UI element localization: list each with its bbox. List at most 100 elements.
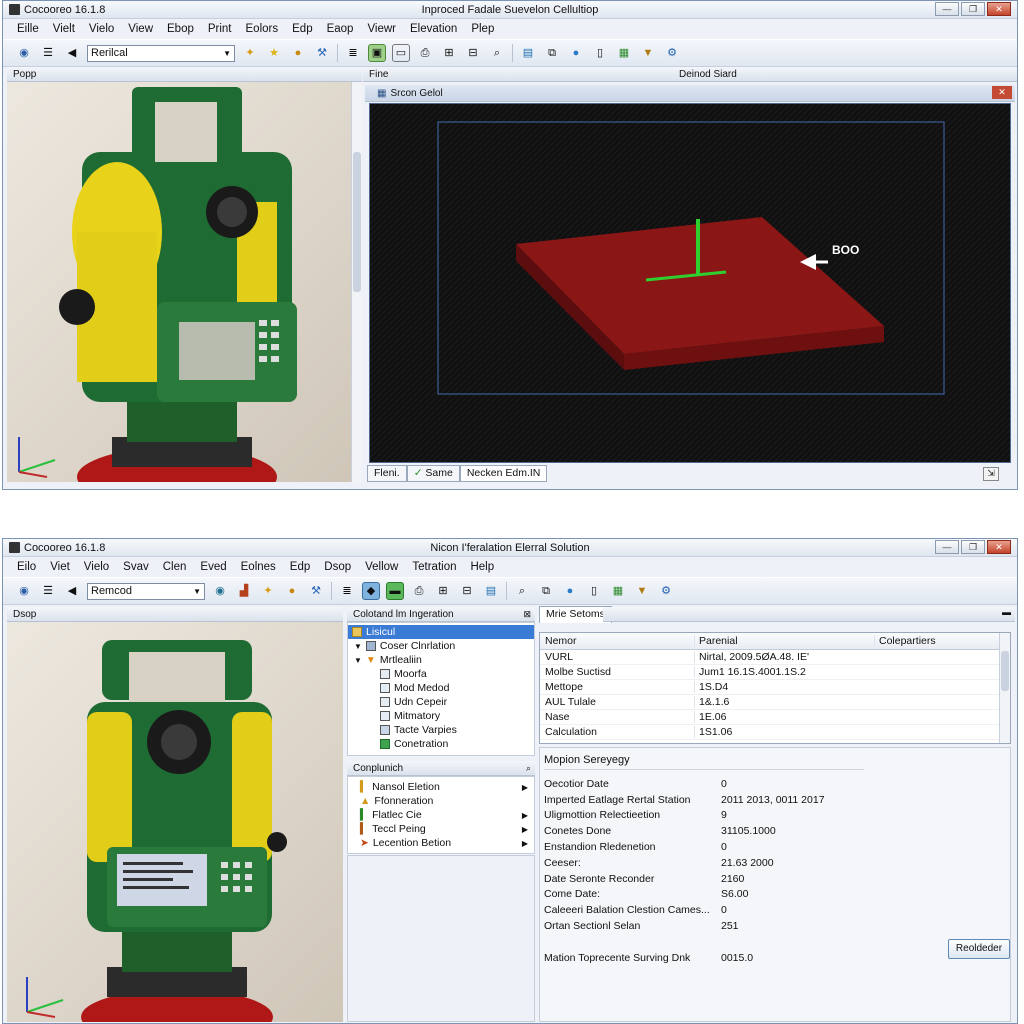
menu-item[interactable]: Ebop	[167, 23, 194, 35]
column-header[interactable]: Colepartiers	[874, 635, 1010, 647]
menu-item[interactable]: Print	[208, 23, 232, 35]
pin-icon[interactable]: ⊠	[523, 609, 531, 620]
drive-icon[interactable]: ▬	[386, 582, 404, 600]
list-item[interactable]: ▍ Nansol Eletion ▶	[348, 780, 534, 794]
view-combo[interactable]: Remcod ▼	[87, 582, 205, 600]
table-icon[interactable]: ▦	[615, 44, 633, 62]
menu-item[interactable]: Eille	[17, 23, 39, 35]
menu-item[interactable]: Plep	[471, 23, 494, 35]
zoom-icon[interactable]: ⌕	[488, 44, 506, 62]
maximize-button[interactable]: ❐	[961, 2, 985, 16]
wand-icon[interactable]: ✦	[259, 582, 277, 600]
minimize-button[interactable]: —	[935, 2, 959, 16]
tab[interactable]: Mrie Setoms	[539, 606, 612, 623]
menu-item[interactable]: Eilo	[17, 561, 36, 573]
list-item[interactable]: ➤ Lecention Betion ▶	[348, 836, 534, 850]
tree-item[interactable]: ▼ Coser Clnrlation	[348, 639, 534, 653]
menu-item[interactable]: Elevation	[410, 23, 457, 35]
pin-icon[interactable]: ▬	[1002, 607, 1011, 617]
view-combo[interactable]: Rerilcal ▼	[87, 44, 235, 62]
tree-item[interactable]: Udn Cepeir	[348, 695, 534, 709]
sphere-icon[interactable]: ●	[567, 44, 585, 62]
tree-item[interactable]: Mod Medod	[348, 681, 534, 695]
menu-item[interactable]: Viewr	[367, 23, 396, 35]
wrench-icon[interactable]: ⚙	[663, 44, 681, 62]
sphere-icon[interactable]: ◉	[211, 582, 229, 600]
column-header[interactable]: Nemor	[540, 635, 694, 647]
grid-icon[interactable]: ⊟	[458, 582, 476, 600]
globe-icon[interactable]: ◉	[15, 582, 33, 600]
list-icon[interactable]: ☰	[39, 44, 57, 62]
minimize-button[interactable]: —	[935, 540, 959, 554]
list-icon[interactable]: ☰	[39, 582, 57, 600]
zoom-icon[interactable]: ⌕	[513, 582, 531, 600]
align-icon[interactable]: ≣	[344, 44, 362, 62]
tab[interactable]: Fleni.	[367, 465, 407, 482]
grid-icon[interactable]: ⊟	[464, 44, 482, 62]
list-item[interactable]: ▍ Flatlec Cie ▶	[348, 808, 534, 822]
align-icon[interactable]: ≣	[338, 582, 356, 600]
menu-item[interactable]: Eolnes	[241, 561, 276, 573]
column-header[interactable]: Parenial	[694, 635, 874, 647]
wrench-icon[interactable]: ⚙	[657, 582, 675, 600]
document-icon[interactable]: ▯	[585, 582, 603, 600]
close-icon[interactable]: ✕	[992, 86, 1012, 99]
close-button[interactable]: ✕	[987, 540, 1011, 554]
menu-item[interactable]: Edp	[292, 23, 312, 35]
menu-item[interactable]: Vielt	[53, 23, 75, 35]
menu-item[interactable]: Dsop	[324, 561, 351, 573]
table-row[interactable]: AUL Tulale 1&.1.6	[540, 695, 1010, 710]
table-row[interactable]: Calculation 1S1.06	[540, 725, 1010, 740]
menu-item[interactable]: Edp	[290, 561, 310, 573]
globe-icon[interactable]: ◉	[15, 44, 33, 62]
document-icon[interactable]: ▯	[591, 44, 609, 62]
chart-icon[interactable]: ▤	[482, 582, 500, 600]
maximize-button[interactable]: ❐	[961, 540, 985, 554]
panel-icon[interactable]: ▭	[392, 44, 410, 62]
wand-icon[interactable]: ✦	[241, 44, 259, 62]
chart-icon[interactable]: ▤	[519, 44, 537, 62]
tree-item[interactable]: Tacte Varpies	[348, 723, 534, 737]
window-icon[interactable]: ⊞	[440, 44, 458, 62]
list-item[interactable]: ▍ Teccl Peing ▶	[348, 822, 534, 836]
funnel-icon[interactable]: ▼	[639, 44, 657, 62]
menu-item[interactable]: Vielo	[89, 23, 114, 35]
menu-item[interactable]: Viet	[50, 561, 70, 573]
layers-icon[interactable]: ⧉	[543, 44, 561, 62]
back-icon[interactable]: ◀	[63, 44, 81, 62]
3d-viewport[interactable]: BOO	[369, 103, 1011, 463]
tree-item[interactable]: Moorfa	[348, 667, 534, 681]
pin-icon[interactable]: ⌕	[526, 763, 531, 774]
tree-item[interactable]: Mitmatory	[348, 709, 534, 723]
scrollbar-thumb[interactable]	[353, 152, 361, 292]
tree-item[interactable]: ▼ ▼ Mrtlealiin	[348, 653, 534, 667]
tab[interactable]: Necken Edm.IN	[459, 465, 548, 482]
reorder-button[interactable]: Reoldeder	[948, 939, 1010, 959]
resize-icon[interactable]: ⇲	[983, 467, 999, 481]
left-panel-scrollbar[interactable]	[351, 82, 362, 482]
image-icon[interactable]: ◆	[362, 582, 380, 600]
menu-item[interactable]: Clen	[163, 561, 187, 573]
close-button[interactable]: ✕	[987, 2, 1011, 16]
menu-item[interactable]: Svav	[123, 561, 149, 573]
image-icon[interactable]: ▣	[368, 44, 386, 62]
grid-scrollbar[interactable]	[999, 633, 1010, 743]
menu-item[interactable]: Vielo	[84, 561, 109, 573]
menu-item[interactable]: Vellow	[365, 561, 398, 573]
chart-icon[interactable]: ▟	[235, 582, 253, 600]
table-row[interactable]: VURL Nirtal, 2009.5ØA.48. IE'	[540, 650, 1010, 665]
table-row[interactable]: Nase 1E.06	[540, 710, 1010, 725]
menu-item[interactable]: Eved	[200, 561, 226, 573]
menu-item[interactable]: View	[128, 23, 153, 35]
tool-icon[interactable]: ⚒	[313, 44, 331, 62]
funnel-icon[interactable]: ▼	[633, 582, 651, 600]
scrollbar-thumb[interactable]	[1001, 651, 1009, 691]
tab[interactable]: ✓ Same	[406, 465, 460, 482]
menu-item[interactable]: Tetration	[412, 561, 456, 573]
menu-item[interactable]: Eaop	[327, 23, 354, 35]
sphere-icon[interactable]: ●	[561, 582, 579, 600]
menu-item[interactable]: Help	[470, 561, 494, 573]
window-icon[interactable]: ⊞	[434, 582, 452, 600]
tree-item[interactable]: Lisicul	[348, 625, 534, 639]
bulb-icon[interactable]: ●	[283, 582, 301, 600]
